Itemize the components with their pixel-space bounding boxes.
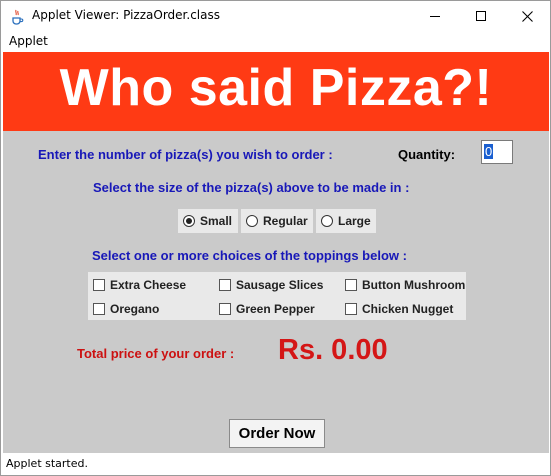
size-option-regular[interactable]: Regular	[241, 209, 313, 233]
toppings-prompt: Select one or more choices of the toppin…	[92, 248, 407, 263]
size-option-label: Regular	[263, 214, 308, 228]
checkbox-icon	[93, 303, 105, 315]
quantity-label: Quantity:	[398, 147, 456, 162]
java-cup-icon	[10, 9, 24, 25]
radio-selected-icon	[183, 215, 195, 227]
applet-viewer-window: Applet Viewer: PizzaOrder.class Applet W…	[0, 0, 551, 476]
quantity-input[interactable]: 0	[481, 140, 513, 164]
window-title: Applet Viewer: PizzaOrder.class	[32, 8, 220, 22]
checkbox-icon	[345, 279, 357, 291]
total-price-label: Total price of your order :	[77, 346, 235, 361]
banner: Who said Pizza?!	[3, 52, 549, 131]
checkbox-icon	[219, 279, 231, 291]
topping-chicken-nugget[interactable]: Chicken Nugget	[345, 302, 453, 316]
quantity-value: 0	[484, 144, 494, 159]
topping-button-mushroom[interactable]: Button Mushroom	[345, 278, 465, 292]
checkbox-icon	[93, 279, 105, 291]
topping-sausage-slices[interactable]: Sausage Slices	[219, 278, 323, 292]
banner-title: Who said Pizza?!	[59, 59, 493, 117]
topping-label: Chicken Nugget	[362, 302, 454, 316]
topping-label: Green Pepper	[236, 302, 315, 316]
maximize-button[interactable]	[458, 1, 504, 32]
title-bar[interactable]: Applet Viewer: PizzaOrder.class	[1, 1, 550, 32]
size-option-label: Large	[338, 214, 371, 228]
quantity-prompt: Enter the number of pizza(s) you wish to…	[38, 147, 333, 162]
minimize-button[interactable]	[412, 1, 458, 32]
topping-label: Button Mushroom	[362, 278, 466, 292]
applet-panel: Who said Pizza?! Enter the number of piz…	[3, 52, 549, 453]
close-icon	[522, 11, 533, 22]
topping-label: Sausage Slices	[236, 278, 324, 292]
topping-label: Oregano	[110, 302, 160, 316]
checkbox-icon	[345, 303, 357, 315]
menu-bar: Applet	[1, 32, 550, 52]
maximize-icon	[476, 11, 486, 21]
size-option-large[interactable]: Large	[316, 209, 376, 233]
total-price-value: Rs. 0.00	[278, 334, 388, 366]
topping-green-pepper[interactable]: Green Pepper	[219, 302, 315, 316]
topping-extra-cheese[interactable]: Extra Cheese	[93, 278, 186, 292]
radio-unselected-icon	[246, 215, 258, 227]
status-bar: Applet started.	[1, 453, 550, 475]
toppings-panel: Extra Cheese Sausage Slices Button Mushr…	[88, 272, 466, 320]
size-option-small[interactable]: Small	[178, 209, 238, 233]
checkbox-icon	[219, 303, 231, 315]
close-button[interactable]	[504, 1, 550, 32]
radio-unselected-icon	[321, 215, 333, 227]
topping-label: Extra Cheese	[110, 278, 187, 292]
status-text: Applet started.	[6, 457, 88, 470]
applet-menu[interactable]: Applet	[9, 34, 48, 48]
topping-oregano[interactable]: Oregano	[93, 302, 159, 316]
size-prompt: Select the size of the pizza(s) above to…	[93, 180, 410, 195]
order-now-button[interactable]: Order Now	[229, 419, 325, 448]
size-option-label: Small	[200, 214, 233, 228]
minimize-icon	[430, 16, 440, 17]
